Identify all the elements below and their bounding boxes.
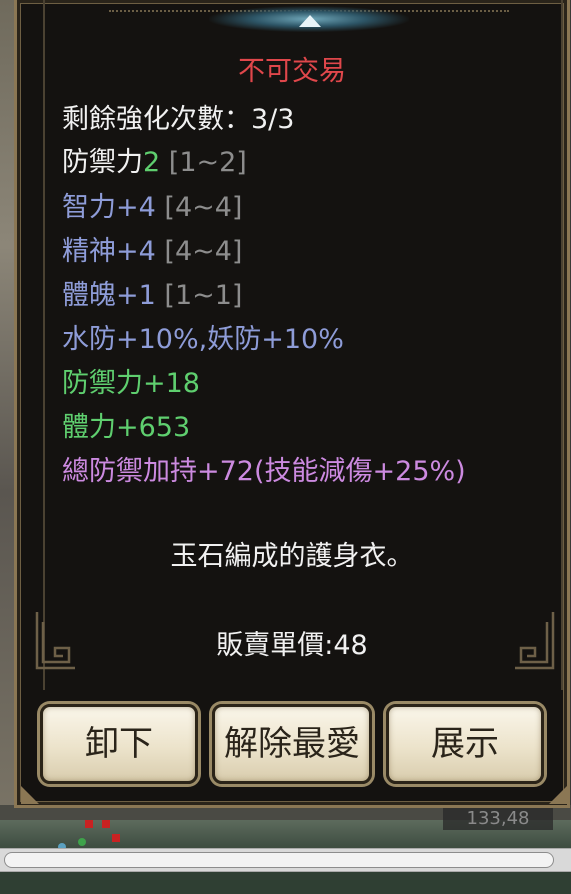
unfavorite-button[interactable]: 解除最愛	[212, 704, 372, 784]
map-coordinate-readout: 133,48	[443, 808, 553, 830]
trade-status: 不可交易	[238, 56, 346, 87]
stat-name: 體魄+1	[62, 280, 156, 311]
stat-value: 2	[143, 147, 161, 178]
set-bonus-line: 總防禦加持+72(技能減傷+25%)	[62, 456, 466, 487]
game-ground	[0, 872, 571, 894]
scrollbar-thumb[interactable]	[4, 852, 554, 868]
game-background-left	[0, 0, 14, 820]
stat-name: 智力+4	[62, 192, 156, 223]
stat-name: 精神+4	[62, 236, 156, 267]
sell-price-value: 48	[333, 630, 368, 661]
stat-line-intelligence: 智力+4 [4~4]	[62, 190, 242, 226]
panel-corner-bottom-left	[19, 784, 41, 806]
stat-line-spirit: 精神+4 [4~4]	[62, 234, 242, 270]
stat-range: [4~4]	[164, 236, 243, 267]
stat-line-physique: 體魄+1 [1~1]	[62, 278, 242, 314]
sell-price-line: 販賣單價:48	[14, 628, 570, 664]
show-button[interactable]: 展示	[386, 704, 544, 784]
bonus-line-stamina: 體力+653	[62, 412, 191, 443]
enhance-count-value: 3/3	[251, 104, 295, 135]
minimap-marker	[85, 820, 93, 828]
horizontal-scrollbar[interactable]	[0, 848, 571, 872]
bonus-line-defense: 防禦力+18	[62, 368, 200, 399]
resist-line: 水防+10%,妖防+10%	[62, 324, 344, 355]
panel-corner-bottom-right	[547, 784, 569, 806]
minimap-marker	[102, 820, 110, 828]
stat-range: [4~4]	[164, 192, 243, 223]
unequip-button[interactable]: 卸下	[40, 704, 198, 784]
item-description: 玉石編成的護身衣。	[170, 541, 414, 572]
stat-name: 防禦力	[62, 147, 143, 178]
stat-line-defense: 防禦力2 [1~2]	[62, 145, 247, 181]
enhance-count-label: 剩餘強化次數：	[62, 104, 251, 135]
stat-range: [1~2]	[168, 147, 247, 178]
minimap-marker	[112, 834, 120, 842]
sell-price-label: 販賣單價:	[216, 630, 334, 661]
minimap-marker	[78, 838, 86, 846]
enhance-count-line: 剩餘強化次數：3/3	[62, 102, 294, 138]
stat-range: [1~1]	[164, 280, 243, 311]
